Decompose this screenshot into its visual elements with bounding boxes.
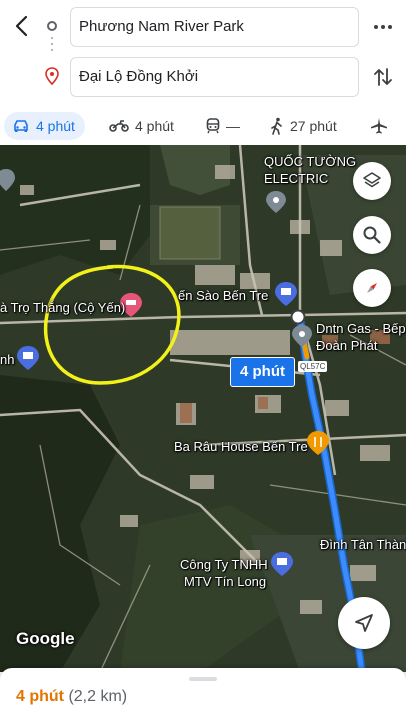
label-left-cut[interactable]: nh [0,352,14,367]
back-arrow-icon[interactable] [10,14,34,38]
origin-field[interactable]: Phương Nam River Park [70,7,359,47]
label-quoc-tuong-line2[interactable]: ELECTRIC [264,171,328,186]
route-duration-badge[interactable]: 4 phút [230,357,295,387]
mode-walk-tab[interactable]: 27 phút [270,112,337,140]
walk-icon [271,117,282,135]
satellite-map[interactable]: QUỐC TƯỜNG ELECTRIC à Trọ Thắng (Cộ Yến)… [0,145,406,672]
route-distance: (2,2 km) [68,688,128,705]
directions-header: Phương Nam River Park Đại Lộ Đồng Khởi 4… [0,0,406,145]
search-icon [363,226,381,244]
google-attribution: Google [16,629,75,648]
mode-motorbike-label: 4 phút [135,118,174,134]
label-quoc-tuong-line1[interactable]: QUỐC TƯỜNG [264,154,356,169]
label-yen-sao[interactable]: ến Sào Bến Tre [178,288,268,303]
label-tin-long-line2[interactable]: MTV Tín Long [184,574,266,589]
flight-icon [371,118,387,134]
route-summary: 4 phút (2,2 km) [16,688,127,706]
layers-button[interactable] [353,162,391,200]
mode-transit-tab[interactable]: — [206,112,240,140]
label-ba-rau[interactable]: Ba Râu House Bến Tre [174,439,308,454]
layers-icon [363,172,381,188]
route-duration: 4 phút [16,688,64,705]
mode-car-tab[interactable]: 4 phút [4,112,85,140]
destination-pin-icon [45,67,59,85]
sheet-drag-handle[interactable] [189,677,217,681]
road-tag: QL57C [298,361,328,372]
label-tin-long-line1[interactable]: Công Ty TNHH [180,557,268,572]
route-connector [51,37,53,59]
mode-car-label: 4 phút [36,118,75,134]
label-gas-line1[interactable]: Dntn Gas - Bếp [316,321,406,336]
satellite-imagery [0,145,406,672]
car-icon [14,120,28,132]
destination-field[interactable]: Đại Lộ Đồng Khởi [70,57,359,97]
route-summary-sheet[interactable]: 4 phút (2,2 km) [0,668,406,717]
compass-button[interactable] [353,269,391,307]
motorbike-icon [109,120,129,132]
label-gas-line2[interactable]: Đoàn Phát [316,338,377,353]
mode-transit-label: — [226,118,240,134]
my-location-icon [355,614,373,632]
mode-flight-tab[interactable] [370,112,394,140]
mode-motorbike-tab[interactable]: 4 phút [109,112,174,140]
more-icon[interactable] [372,18,394,36]
origin-circle-icon [47,21,57,31]
label-dinh-tan-thanh[interactable]: Đình Tân Thành [320,537,406,552]
label-nha-tro[interactable]: à Trọ Thắng (Cộ Yến) [0,300,125,315]
swap-icon[interactable] [372,66,394,88]
travel-mode-tabs: 4 phút 4 phút — 27 phút [0,109,406,143]
transit-icon [206,118,220,134]
search-map-button[interactable] [353,216,391,254]
my-location-button[interactable] [338,597,390,649]
mode-walk-label: 27 phút [290,118,337,134]
compass-icon [367,283,377,293]
